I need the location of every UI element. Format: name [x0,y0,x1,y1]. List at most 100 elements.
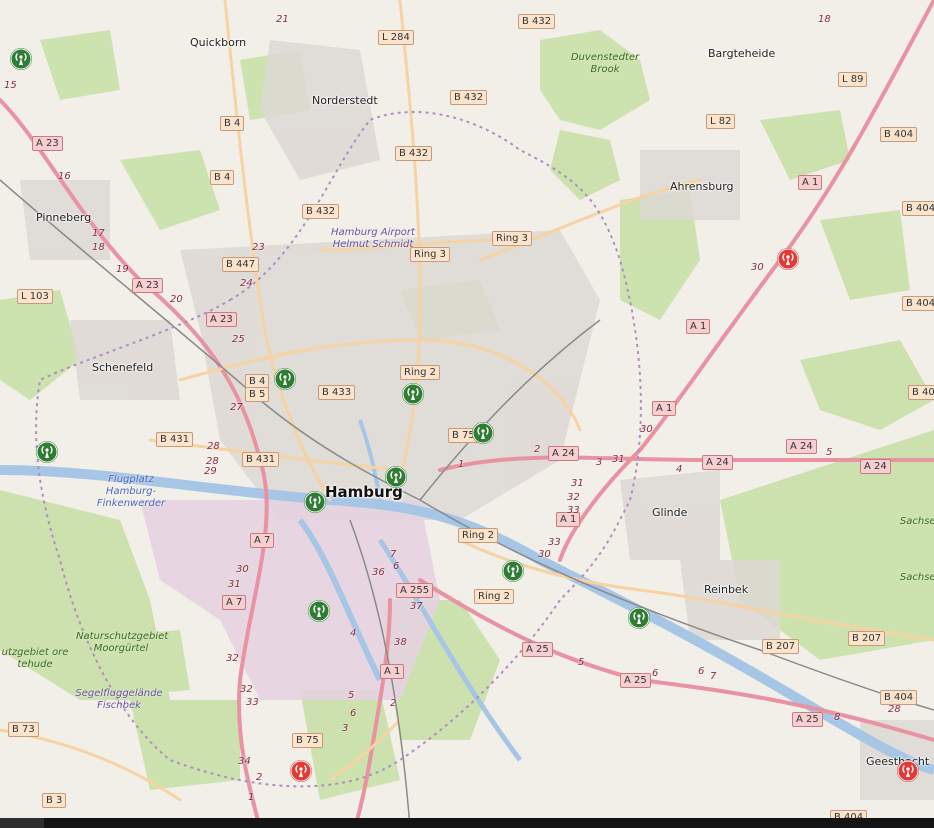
road-shield: A 23 [206,312,237,327]
exit-number: 7 [710,671,717,682]
road-shield: B 432 [395,146,433,161]
exit-number: 33 [548,537,561,548]
road-shield: L 82 [706,114,736,129]
road-shield: B 5 [245,387,270,402]
exit-number: 3 [596,457,603,468]
road-shield: B 432 [450,90,488,105]
exit-number: 1 [458,459,465,470]
exit-number: 32 [226,653,239,664]
exit-number: 18 [92,242,105,253]
exit-number: 6 [393,561,400,572]
road-shield: A 7 [250,533,275,548]
station-marker-inactive[interactable] [897,760,919,782]
road-shield: B 431 [156,432,194,447]
road-shield: Ring 3 [492,231,532,246]
antenna-icon [897,760,919,782]
road-shield: B 4 [210,170,235,185]
station-marker-active[interactable] [628,607,650,629]
exit-number: 8 [834,712,841,723]
road-shield: B 40 [908,385,934,400]
station-marker-active[interactable] [304,491,326,513]
station-marker-inactive[interactable] [777,248,799,270]
exit-number: 30 [640,424,653,435]
station-marker-active[interactable] [472,422,494,444]
exit-number: 32 [240,684,253,695]
antenna-icon [308,600,330,622]
exit-number: 28 [888,704,901,715]
exit-number: 33 [246,697,259,708]
exit-number: 5 [578,657,585,668]
road-shield: A 23 [132,278,163,293]
exit-number: 2 [390,698,397,709]
exit-number: 5 [348,690,355,701]
road-shield: B 404 [902,296,934,311]
station-marker-active[interactable] [385,466,407,488]
station-marker-inactive[interactable] [290,760,312,782]
exit-number: 36 [372,567,385,578]
road-shield: A 24 [860,459,891,474]
exit-number: 24 [240,278,253,289]
road-shield: A 25 [522,642,553,657]
road-shield: B 73 [8,722,39,737]
antenna-icon [502,560,524,582]
antenna-icon [36,441,58,463]
exit-number: 15 [4,80,17,91]
road-shield: B 207 [848,631,886,646]
exit-number: 5 [826,447,833,458]
road-shield: A 24 [548,446,579,461]
road-shield: B 432 [518,14,556,29]
road-shield: Ring 2 [458,528,498,543]
road-shield: Ring 2 [474,589,514,604]
exit-number: 30 [236,564,249,575]
road-shield: A 24 [702,455,733,470]
station-marker-active[interactable] [36,441,58,463]
antenna-icon [777,248,799,270]
road-shield: B 3 [42,793,67,808]
road-shield: L 89 [838,72,868,87]
road-shield: A 24 [786,439,817,454]
bottom-bar [0,818,934,828]
exit-number: 6 [698,666,705,677]
road-shield: A 25 [620,673,651,688]
road-shield: L 103 [17,289,53,304]
road-shield: A 1 [798,175,823,190]
exit-number: 38 [394,637,407,648]
station-marker-active[interactable] [502,560,524,582]
road-shield: Ring 2 [400,365,440,380]
road-shield: B 447 [222,257,260,272]
road-shield: B 75 [292,733,323,748]
map-base-layer [0,0,934,828]
exit-number: 33 [567,505,580,516]
exit-number: 32 [567,492,580,503]
exit-number: 25 [232,334,245,345]
exit-number: 1 [248,792,255,803]
exit-number: 2 [256,772,263,783]
exit-number: 27 [230,402,243,413]
road-shield: B 431 [242,452,280,467]
exit-number: 6 [652,668,659,679]
map-view[interactable]: Quickborn Norderstedt Bargteheide Ahrensbur… [0,0,934,828]
station-marker-active[interactable] [402,383,424,405]
road-shield: A 1 [686,319,711,334]
exit-number: 3 [342,723,349,734]
exit-number: 21 [276,14,289,25]
station-marker-active[interactable] [308,600,330,622]
exit-number: 7 [390,549,397,560]
exit-number: 23 [252,242,265,253]
exit-number: 31 [571,478,584,489]
antenna-icon [304,491,326,513]
road-shield: Ring 3 [410,247,450,262]
exit-number: 30 [751,262,764,273]
exit-number: 28 [207,441,220,452]
exit-number: 34 [238,756,251,767]
road-shield: A 255 [396,583,434,598]
exit-number: 2 [534,444,541,455]
station-marker-active[interactable] [274,368,296,390]
road-shield: A 1 [380,664,405,679]
road-shield: B 404 [880,127,918,142]
station-marker-active[interactable] [10,48,32,70]
road-shield: B 404 [902,201,934,216]
antenna-icon [385,466,407,488]
antenna-icon [290,760,312,782]
road-shield: A 1 [652,401,677,416]
